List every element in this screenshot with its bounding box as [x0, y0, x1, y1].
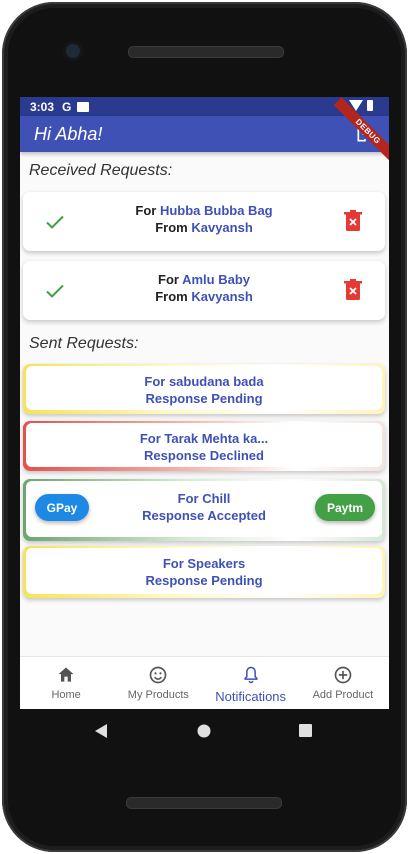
delete-icon[interactable] — [343, 279, 363, 301]
sent-request-status: Response Pending — [145, 573, 263, 588]
system-navigation-bar — [20, 709, 389, 753]
status-time: 3:03 — [30, 99, 55, 114]
earpiece-speaker — [128, 46, 284, 58]
from-label: From — [155, 289, 188, 304]
requester-name: Kavyansh — [191, 220, 253, 235]
front-camera — [66, 44, 80, 58]
nav-notifications[interactable]: Notifications — [205, 657, 297, 709]
sent-request-card[interactable]: For Tarak Mehta ka... Response Declined — [23, 421, 385, 471]
recents-icon[interactable] — [299, 724, 312, 737]
sent-request-text: For sabudana bada Response Pending — [23, 373, 385, 407]
received-request-card: For Hubba Bubba Bag From Kavyansh — [23, 192, 385, 251]
smiley-icon — [150, 666, 167, 684]
home-circle-icon[interactable] — [197, 724, 211, 738]
back-icon[interactable] — [94, 723, 108, 739]
nav-home[interactable]: Home — [20, 657, 112, 709]
battery-icon — [367, 100, 373, 111]
sent-request-status: Response Pending — [145, 391, 263, 406]
sent-request-title: For sabudana bada — [144, 374, 264, 389]
sent-request-text: For Speakers Response Pending — [23, 555, 385, 589]
nav-label: Home — [51, 689, 81, 701]
sent-request-card[interactable]: For sabudana bada Response Pending — [23, 364, 385, 414]
sent-request-card[interactable]: For Chill Response Accepted GPay Paytm — [23, 479, 385, 541]
page-title: Hi Abha! — [34, 123, 103, 144]
requester-name: Kavyansh — [191, 289, 253, 304]
mail-icon — [77, 101, 90, 112]
paytm-button[interactable]: Paytm — [315, 494, 375, 521]
add-circle-icon — [334, 666, 352, 684]
nav-my-products[interactable]: My Products — [112, 657, 204, 709]
for-label: For — [158, 272, 179, 287]
delete-icon[interactable] — [343, 210, 363, 232]
sent-request-title: For Speakers — [162, 556, 246, 571]
nav-label: My Products — [127, 689, 189, 701]
received-request-card: For Amlu Baby From Kavyansh — [23, 261, 385, 320]
bottom-navigation: Home My Products Notifications Add Produ… — [20, 656, 389, 709]
bell-icon — [244, 666, 258, 684]
received-request-text: For Amlu Baby From Kavyansh — [23, 271, 385, 305]
item-name: Amlu Baby — [182, 272, 250, 287]
received-requests-heading: Received Requests: — [29, 162, 173, 179]
sent-request-status: Response Declined — [144, 448, 264, 463]
nav-label: Notifications — [215, 689, 287, 704]
app-bar: Hi Abha! DEBUG — [20, 97, 389, 166]
nav-label: Add Product — [312, 689, 374, 701]
for-label: For — [135, 203, 157, 218]
google-icon: G — [62, 99, 72, 114]
from-label: From — [155, 220, 188, 235]
sent-request-title: For Tarak Mehta ka... — [139, 431, 269, 446]
sent-request-card[interactable]: For Speakers Response Pending — [23, 546, 385, 598]
home-icon — [58, 667, 74, 682]
item-name: Hubba Bubba Bag — [159, 203, 273, 218]
app-screen: 3:03 G Hi Abha! DEBUG Received Requests:… — [20, 97, 389, 709]
gpay-button[interactable]: GPay — [35, 494, 89, 521]
status-bar: 3:03 G — [20, 97, 389, 116]
sent-requests-heading: Sent Requests: — [29, 335, 139, 352]
nav-add-product[interactable]: Add Product — [297, 657, 389, 709]
sent-request-text: For Tarak Mehta ka... Response Declined — [23, 430, 385, 464]
received-request-text: For Hubba Bubba Bag From Kavyansh — [23, 202, 385, 236]
bottom-speaker — [126, 797, 282, 809]
